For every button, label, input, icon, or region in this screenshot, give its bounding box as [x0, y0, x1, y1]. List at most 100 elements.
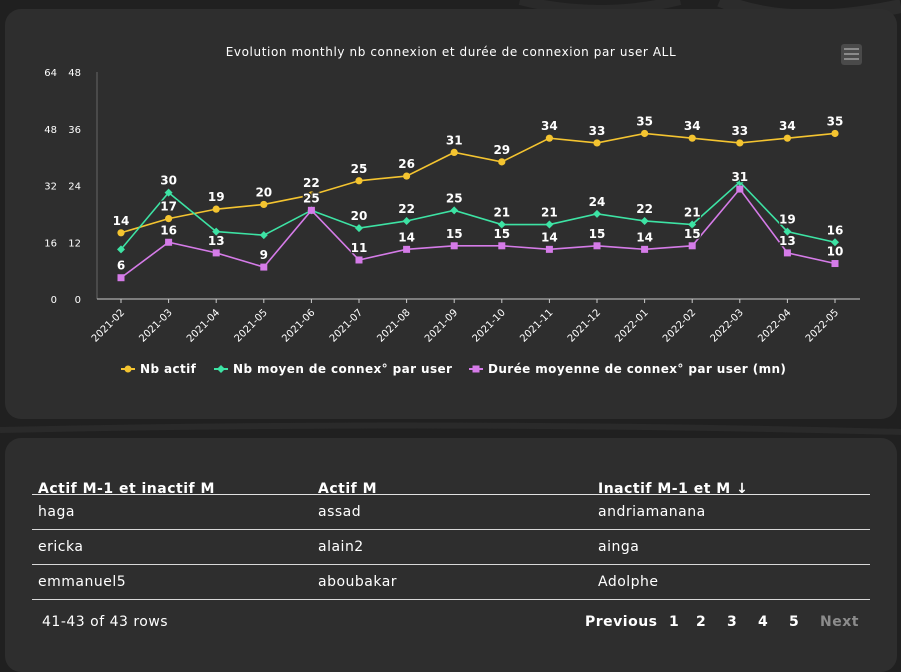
series-2-point[interactable] — [498, 242, 506, 250]
series-1-point[interactable] — [450, 206, 459, 215]
series-0-point[interactable] — [783, 134, 792, 142]
table-cell: aboubakar — [318, 574, 398, 590]
line-chart: Evolution monthly nb connexion et durée … — [44, 45, 860, 376]
x-tick-label: 2022-03 — [709, 307, 746, 344]
series-0-data-label: 31 — [446, 133, 463, 147]
legend-label: Durée moyenne de connex° par user (mn) — [488, 362, 786, 376]
pagination-page-1[interactable]: 1 — [669, 614, 679, 630]
series-2-point[interactable] — [307, 206, 315, 214]
x-tick-label: 2021-11 — [518, 307, 555, 344]
x-tick-label: 2021-03 — [137, 307, 174, 344]
series-1-data-label: 21 — [541, 206, 558, 220]
x-tick-label: 2022-01 — [613, 307, 650, 344]
series-0-point[interactable] — [688, 134, 696, 142]
pagination-next-button[interactable]: Next — [820, 614, 859, 630]
series-0-data-label: 20 — [255, 185, 272, 199]
series-0-point[interactable] — [641, 129, 649, 138]
series-0-point[interactable] — [831, 129, 839, 138]
table-cell: ainga — [598, 539, 640, 555]
series-2-data-label: 13 — [208, 234, 225, 248]
series-0-data-label: 25 — [351, 162, 368, 176]
series-0-data-label: 33 — [731, 124, 748, 138]
users-table: Actif M-1 et inactif M Actif M Inactif M… — [32, 468, 870, 600]
series-0-point[interactable] — [212, 205, 220, 213]
series-line-1 — [120, 180, 836, 250]
series-0-data-label: 34 — [779, 119, 796, 133]
series-2-data-label: 10 — [827, 245, 844, 259]
legend-item-0[interactable]: Nb actif — [121, 362, 197, 376]
series-2-point[interactable] — [831, 260, 839, 268]
series-2-data-label: 15 — [684, 227, 701, 241]
series-1-data-label: 21 — [684, 206, 701, 220]
series-2-point[interactable] — [783, 249, 791, 257]
series-1-point[interactable] — [355, 224, 363, 233]
series-0-point[interactable] — [498, 158, 506, 166]
table-cell: emmanuel5 — [38, 574, 127, 590]
series-0-point[interactable] — [260, 200, 268, 209]
x-tick-label: 2021-12 — [566, 307, 603, 344]
x-tick-label: 2021-10 — [471, 307, 508, 344]
series-2-point[interactable] — [403, 245, 411, 253]
pagination-page-4[interactable]: 4 — [758, 614, 768, 630]
chart-title: Evolution monthly nb connexion et durée … — [226, 45, 677, 59]
series-1-data-label: 20 — [351, 209, 368, 223]
legend-label: Nb moyen de connex° par user — [233, 362, 452, 376]
series-2-point[interactable] — [450, 242, 458, 250]
series-2-point[interactable] — [545, 245, 553, 253]
series-0-data-label: 35 — [827, 114, 844, 128]
series-1-point[interactable] — [545, 220, 554, 229]
legend-item-2[interactable]: Durée moyenne de connex° par user (mn) — [469, 362, 786, 376]
series-0-point[interactable] — [593, 139, 601, 147]
series-2-point[interactable] — [212, 249, 220, 257]
series-0-data-label: 34 — [684, 119, 701, 133]
series-line-2 — [120, 187, 836, 279]
series-1-data-label: 22 — [398, 202, 415, 216]
series-1-data-label: 24 — [589, 195, 606, 209]
pagination-previous-button[interactable]: Previous — [585, 614, 658, 630]
series-0-point[interactable] — [450, 148, 458, 156]
series-2-point[interactable] — [355, 256, 363, 264]
series-1-point[interactable] — [593, 209, 601, 218]
series-0-point[interactable] — [117, 229, 125, 237]
series-0-point[interactable] — [403, 172, 411, 180]
series-0-point[interactable] — [736, 139, 744, 147]
series-0-data-label: 19 — [208, 190, 225, 204]
y-left-tick-label: 24 — [68, 182, 81, 193]
table-cell: haga — [38, 504, 75, 520]
y-right-tick-label: 16 — [44, 238, 57, 249]
series-2-point[interactable] — [165, 238, 173, 246]
series-0-data-label: 14 — [113, 214, 130, 228]
series-0-data-label: 34 — [541, 119, 558, 133]
series-1-data-label: 25 — [446, 191, 463, 205]
series-2-point[interactable] — [260, 263, 268, 271]
x-tick-label: 2022-05 — [804, 307, 841, 344]
series-0-point[interactable] — [355, 177, 363, 185]
series-0-data-label: 29 — [493, 143, 510, 157]
legend-label: Nb actif — [140, 362, 197, 376]
series-2-point[interactable] — [593, 242, 601, 250]
series-1-point[interactable] — [640, 216, 649, 225]
legend-item-1[interactable]: Nb moyen de connex° par user — [214, 362, 452, 376]
y-right-tick-label: 32 — [44, 182, 57, 193]
pagination-page-3[interactable]: 3 — [727, 614, 737, 630]
series-1-point[interactable] — [259, 231, 268, 240]
series-2-point[interactable] — [688, 242, 696, 250]
series-2-data-label: 16 — [160, 223, 177, 237]
x-tick-label: 2021-09 — [423, 307, 460, 344]
table-cell: ericka — [38, 539, 84, 555]
series-0-data-label: 22 — [303, 176, 320, 190]
table-header-row: Actif M-1 et inactif M Actif M Inactif M… — [32, 468, 870, 497]
series-1-point[interactable] — [402, 216, 411, 225]
series-2-point[interactable] — [641, 245, 649, 253]
series-0-point[interactable] — [545, 134, 554, 142]
series-2-data-label: 14 — [636, 230, 653, 244]
series-0-point[interactable] — [165, 215, 173, 223]
pagination-page-2[interactable]: 2 — [696, 614, 706, 630]
x-tick-label: 2021-07 — [328, 307, 365, 344]
series-2-point[interactable] — [117, 274, 125, 282]
pagination-page-5-current[interactable]: 5 — [789, 614, 799, 630]
y-right-tick-label: 0 — [51, 295, 57, 306]
series-2-point[interactable] — [736, 185, 744, 193]
y-left-tick-label: 0 — [75, 295, 81, 306]
series-1-data-label: 19 — [779, 213, 796, 227]
